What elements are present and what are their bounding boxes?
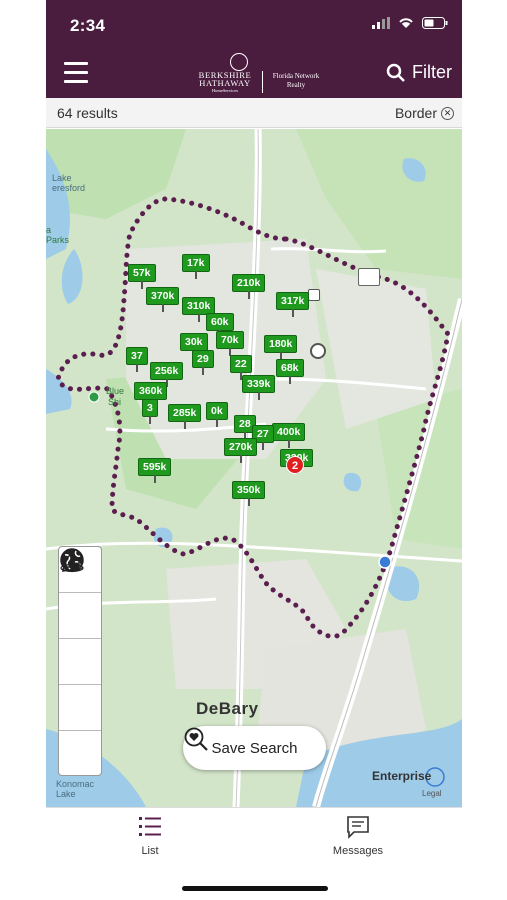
listing-pin[interactable]: 370k [146, 287, 180, 312]
listing-pin[interactable]: 317k [276, 292, 310, 317]
map-label-parks: a Parks [46, 225, 69, 245]
listing-pin[interactable]: 60k [206, 313, 234, 338]
map-label-konomac-line1: Konomac [56, 779, 95, 789]
satellite-layer-button[interactable] [59, 549, 101, 731]
listing-pin[interactable]: 0k [206, 402, 228, 427]
nav-list[interactable]: List [110, 815, 190, 857]
listing-pin[interactable]: 350k [232, 481, 266, 506]
status-time: 2:34 [70, 16, 106, 35]
battery-icon [422, 17, 448, 29]
map-toolbar [58, 546, 102, 776]
phone-screen: 2:34 BERKSHIRE HATHAWAY HomeServices Flo… [46, 0, 462, 900]
map-view[interactable]: Lake eresford a Parks Blue Shi Konomac Lake… [46, 129, 462, 807]
brand-name: BERKSHIRE HATHAWAY [190, 71, 260, 88]
filter-button[interactable]: Filter [386, 62, 452, 83]
home-location-icon [60, 551, 84, 573]
listing-pin[interactable]: 22 [230, 355, 252, 380]
results-count: 64 results [57, 105, 118, 121]
listing-pin[interactable]: 270k [224, 438, 258, 463]
menu-icon[interactable] [64, 62, 88, 84]
border-toggle[interactable]: Border ✕ [395, 105, 454, 121]
listing-pin[interactable]: 68k [276, 359, 304, 384]
signal-icon [372, 17, 390, 29]
border-label: Border [394, 105, 437, 121]
listing-pin[interactable]: 210k [232, 274, 266, 299]
map-label-blue: Blue [106, 386, 125, 396]
brand-emblem-icon [230, 53, 248, 71]
home-layer-button[interactable] [59, 551, 101, 777]
save-search-button[interactable]: Save Search [183, 726, 326, 770]
listing-pin[interactable]: 360k [134, 382, 168, 407]
filter-label: Filter [412, 62, 452, 82]
map-label-parks-line1: a [46, 225, 52, 235]
cluster-badge[interactable]: 2 [286, 456, 304, 474]
map-label-lake-line2: eresford [52, 183, 86, 193]
school-marker-icon[interactable] [358, 268, 380, 286]
listing-pin[interactable]: 37 [126, 347, 148, 372]
home-indicator[interactable] [182, 886, 328, 891]
listing-pin[interactable]: 29 [192, 350, 214, 375]
brand-line-2: HATHAWAY [199, 78, 251, 88]
message-icon [347, 816, 369, 839]
draw-button[interactable] [59, 550, 101, 639]
clear-border-icon[interactable]: ✕ [441, 106, 454, 120]
map-label-parks-line2: Parks [46, 235, 70, 245]
enterprise-label: Enterprise [372, 769, 432, 783]
brand-network: Florida Network Realty [266, 72, 326, 90]
map-label-konomac: Konomac Lake [56, 779, 94, 799]
map-label-konomac-line2: Lake [56, 789, 76, 799]
app-header: BERKSHIRE HATHAWAY HomeServices Florida … [46, 50, 462, 98]
search-icon [386, 63, 405, 82]
nav-messages[interactable]: Messages [318, 815, 398, 857]
listing-pin[interactable]: 595k [138, 458, 172, 483]
listing-pin[interactable]: 70k [216, 331, 244, 356]
legal-link[interactable]: Legal [422, 789, 442, 798]
poi-marker-icon[interactable] [308, 289, 320, 301]
listing-pin[interactable]: 180k [264, 335, 298, 360]
save-search-label: Save Search [211, 739, 298, 757]
download-marker-icon[interactable] [310, 343, 326, 359]
nav-list-label: List [141, 845, 159, 857]
status-bar: 2:34 [46, 0, 462, 50]
brand-divider [262, 71, 263, 93]
heart-search-icon [184, 727, 208, 751]
listing-pin[interactable]: 285k [168, 404, 202, 429]
brand-logo: BERKSHIRE HATHAWAY HomeServices Florida … [190, 53, 322, 95]
results-bar: 64 results Border ✕ [46, 98, 462, 128]
bottom-nav: List Messages [46, 807, 462, 900]
brand-sub: HomeServices [211, 88, 239, 93]
wifi-icon [399, 18, 413, 28]
brand-network-line-2: Realty [286, 81, 306, 89]
brand-network-line-1: Florida Network [272, 72, 320, 80]
map-label-lake-line1: Lake [52, 173, 72, 183]
listing-pin[interactable]: 256k [150, 362, 184, 387]
nav-messages-label: Messages [332, 845, 384, 857]
listing-pin[interactable]: 400k [272, 423, 306, 448]
listing-pin[interactable]: 17k [182, 254, 210, 279]
road-layer-button[interactable] [59, 548, 101, 685]
status-icons [372, 17, 448, 29]
list-icon [139, 817, 161, 836]
listing-pin[interactable]: 3 [142, 399, 158, 424]
listing-pin[interactable]: 57k [128, 264, 156, 289]
listing-pin[interactable]: 30k [180, 333, 208, 358]
city-label: DeBary [196, 699, 259, 718]
map-label-lake: Lake eresford [52, 173, 85, 193]
listing-pin[interactable]: 339k [242, 375, 276, 400]
map-label-shi: Shi [108, 397, 122, 407]
